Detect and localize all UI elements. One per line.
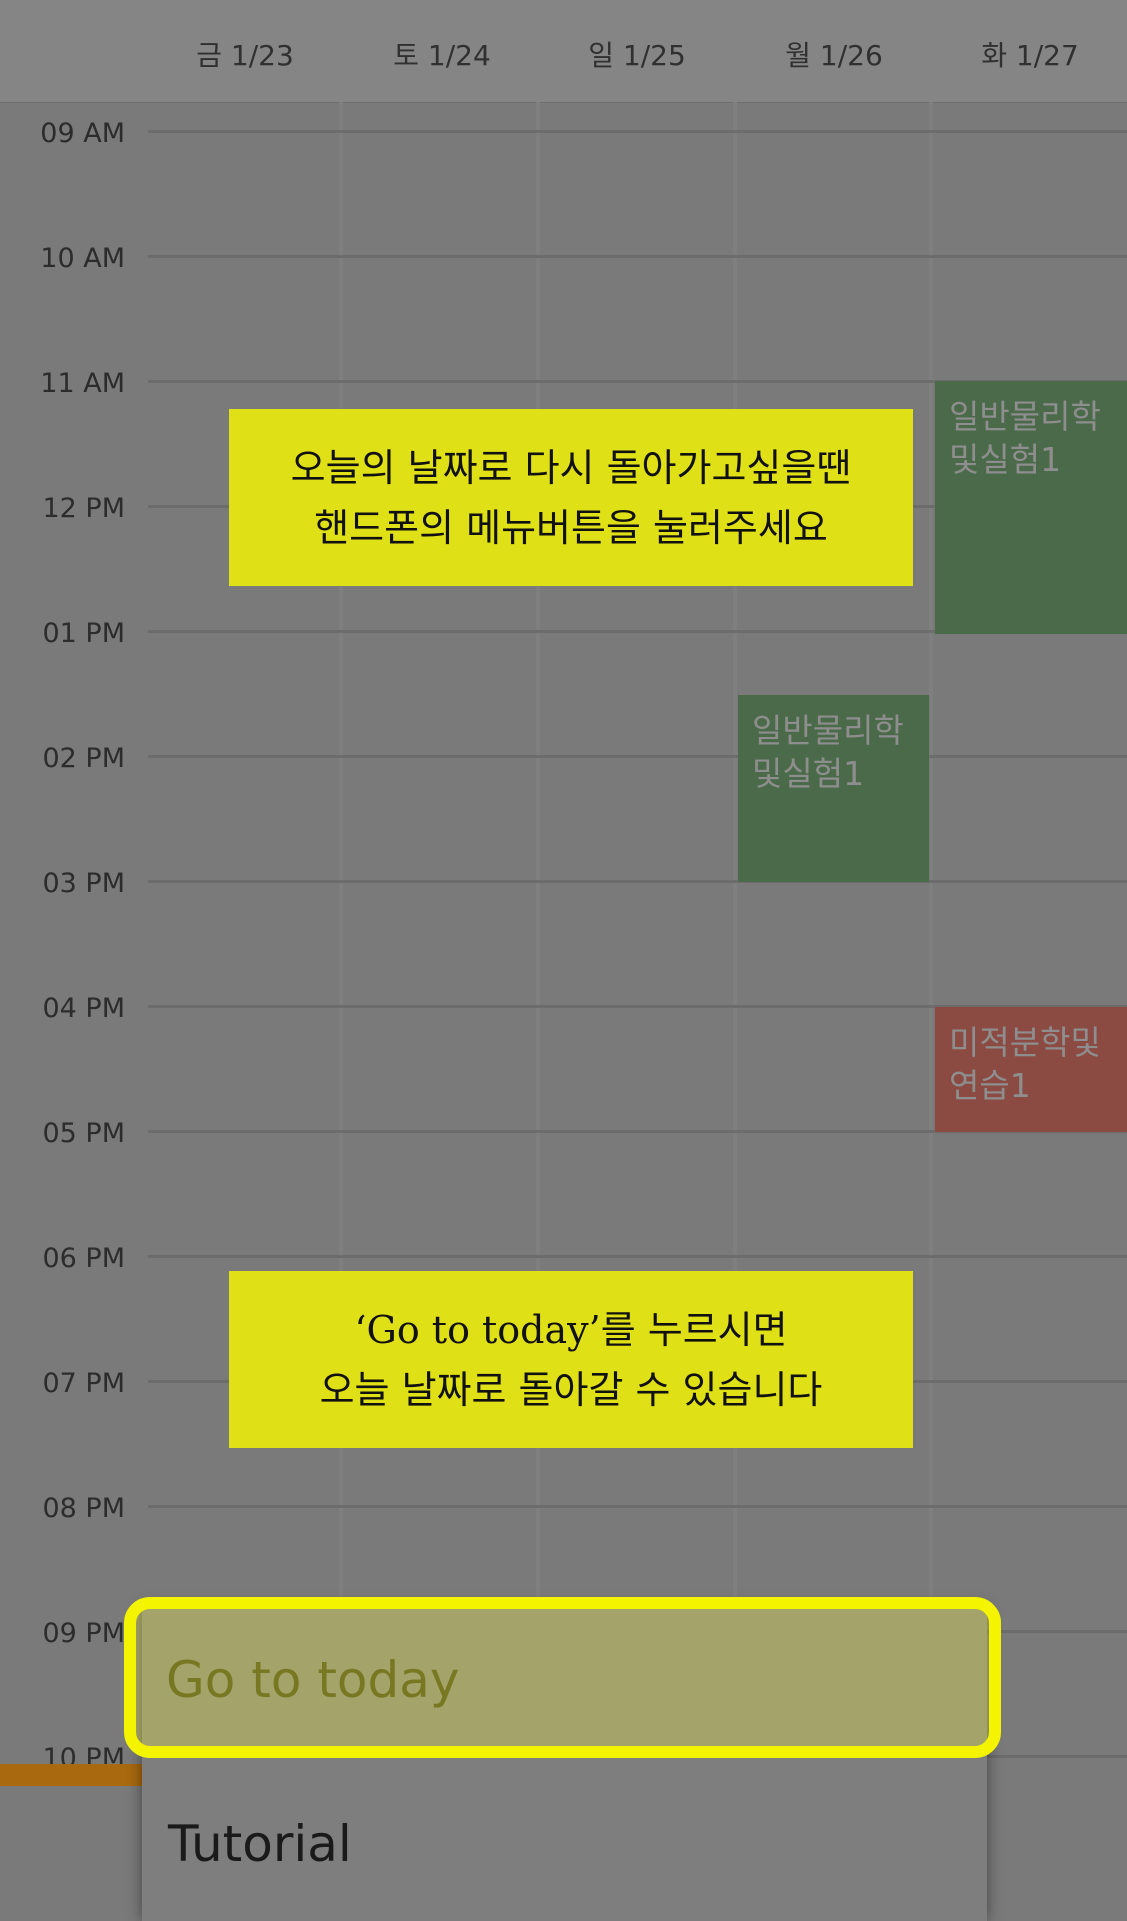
- event-physics-mon[interactable]: 일반물리학 및실험1: [738, 695, 929, 882]
- note-line: 오늘의 날짜로 다시 돌아가고싶을땐: [290, 445, 852, 490]
- day-header-tue[interactable]: 화 1/27: [932, 34, 1127, 74]
- hour-label: 08 PM: [42, 1493, 125, 1524]
- day-header-sun[interactable]: 일 1/25: [539, 34, 735, 74]
- menu-item-tutorial[interactable]: Tutorial: [142, 1767, 987, 1921]
- hour-label: 02 PM: [42, 743, 125, 774]
- hour-label: 07 PM: [42, 1368, 125, 1399]
- note-line: ‘Go to today’를 누르시면: [354, 1307, 788, 1352]
- hour-line: [148, 130, 1127, 133]
- hour-label: 09 PM: [42, 1618, 125, 1649]
- hour-label: 03 PM: [42, 868, 125, 899]
- event-calculus-tue[interactable]: 미적분학및 연습1: [935, 1007, 1127, 1132]
- hour-label: 05 PM: [42, 1118, 125, 1149]
- week-header: 금 1/23 토 1/24 일 1/25 월 1/26 화 1/27: [0, 0, 1127, 103]
- hour-line: [148, 1505, 1127, 1508]
- hour-line: [148, 1255, 1127, 1258]
- hour-line: [148, 755, 1127, 758]
- note-line: 오늘 날짜로 돌아갈 수 있습니다: [319, 1367, 823, 1412]
- day-header-mon[interactable]: 월 1/26: [736, 34, 932, 74]
- hour-label: 01 PM: [42, 618, 125, 649]
- hour-label: 06 PM: [42, 1243, 125, 1274]
- note-line: 핸드폰의 메뉴버튼을 눌러주세요: [314, 505, 828, 550]
- hour-label: 10 AM: [40, 243, 125, 274]
- day-header-sat[interactable]: 토 1/24: [344, 34, 540, 74]
- tutorial-note-go-today: ‘Go to today’를 누르시면 오늘 날짜로 돌아갈 수 있습니다: [229, 1271, 913, 1448]
- tutorial-note-menu: 오늘의 날짜로 다시 돌아가고싶을땐 핸드폰의 메뉴버튼을 눌러주세요: [229, 409, 913, 586]
- hour-label: 04 PM: [42, 993, 125, 1024]
- current-time-indicator: [0, 1764, 145, 1786]
- event-physics-tue[interactable]: 일반물리학 및실험1: [935, 381, 1127, 634]
- hour-line: [148, 255, 1127, 258]
- day-header-fri[interactable]: 금 1/23: [147, 34, 343, 74]
- go-to-today-highlight: [124, 1597, 1001, 1758]
- hour-label: 12 PM: [42, 493, 125, 524]
- hour-label: 11 AM: [40, 368, 125, 399]
- hour-label: 09 AM: [40, 118, 125, 149]
- hour-line: [148, 880, 1127, 883]
